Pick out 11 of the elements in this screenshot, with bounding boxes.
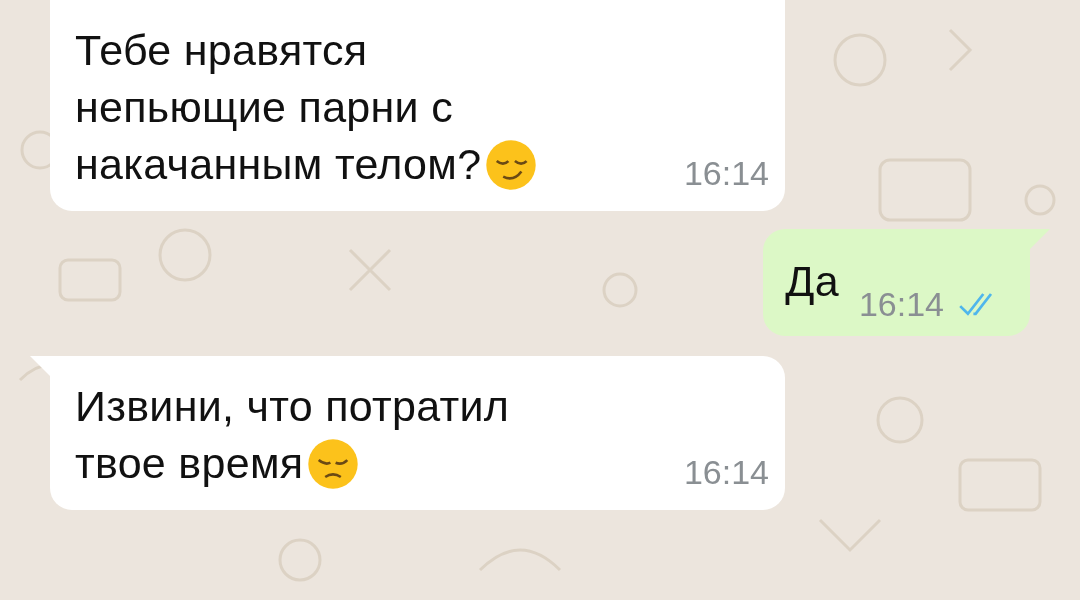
message-text: Да — [785, 256, 839, 307]
sad-emoji-icon — [307, 437, 360, 490]
message-time: 16:14 — [683, 453, 769, 492]
message-text: Извини, что потратил — [75, 381, 510, 432]
message-text: твое время — [75, 438, 304, 489]
message-time: 16:14 — [858, 285, 944, 324]
smiling-emoji-icon — [485, 138, 538, 191]
message-text: накачанным телом? — [75, 139, 482, 190]
message-text: Тебе нравятся — [75, 25, 368, 76]
message-time: 16:14 — [683, 154, 769, 193]
message-text: непьющие парни с — [75, 82, 453, 133]
